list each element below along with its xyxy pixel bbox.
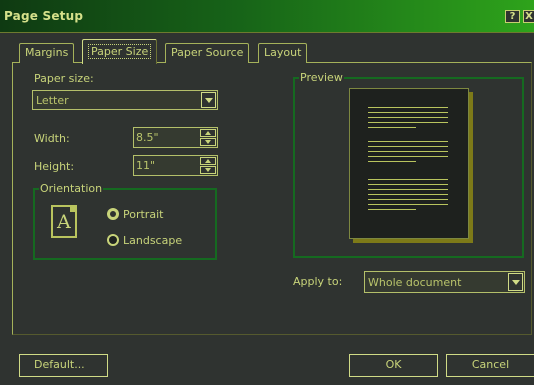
tab-margins[interactable]: Margins <box>19 43 75 63</box>
preview-text-line <box>368 151 448 152</box>
height-value: 11" <box>136 159 156 172</box>
cancel-button[interactable]: Cancel <box>446 354 534 377</box>
preview-text-line <box>368 199 448 200</box>
width-value: 8.5" <box>136 131 159 144</box>
ok-button[interactable]: OK <box>349 354 438 377</box>
preview-text-line <box>368 127 416 128</box>
preview-text-line <box>368 107 448 108</box>
close-icon: X <box>525 11 533 22</box>
landscape-label[interactable]: Landscape <box>123 234 182 247</box>
preview-text-line <box>368 179 448 180</box>
default-button[interactable]: Default... <box>19 354 108 377</box>
spin-up-icon[interactable] <box>200 129 216 137</box>
tab-label: Paper Size <box>88 44 152 59</box>
orientation-legend: Orientation <box>39 182 104 195</box>
tab-label: Paper Source <box>171 46 244 59</box>
apply-to-dropdown[interactable]: Whole document <box>364 271 525 293</box>
height-label: Height: <box>34 160 75 173</box>
apply-to-value: Whole document <box>368 276 462 289</box>
preview-text-line <box>368 141 448 142</box>
preview-text-line <box>368 122 448 123</box>
preview-text-line <box>368 146 448 147</box>
tab-paper-source[interactable]: Paper Source <box>165 43 250 63</box>
help-button[interactable]: ? <box>505 10 520 23</box>
preview-text-line <box>368 112 448 113</box>
tab-label: Layout <box>264 46 302 59</box>
portrait-label[interactable]: Portrait <box>123 208 163 221</box>
spin-down-icon[interactable] <box>200 138 216 146</box>
portrait-page-icon: A <box>51 205 77 238</box>
preview-text-line <box>368 204 448 205</box>
preview-text-line <box>368 189 448 190</box>
paper-size-value: Letter <box>36 94 69 107</box>
landscape-radio[interactable] <box>107 234 119 246</box>
spin-down-icon[interactable] <box>200 166 216 174</box>
width-spinner[interactable]: 8.5" <box>133 127 218 148</box>
preview-text-line <box>368 156 448 157</box>
portrait-letter: A <box>57 211 71 233</box>
preview-text-line <box>368 161 416 162</box>
title-bar: Page Setup ? X <box>0 0 534 33</box>
height-spinner[interactable]: 11" <box>133 155 218 176</box>
preview-text-line <box>368 209 416 210</box>
portrait-radio[interactable] <box>107 208 119 220</box>
paper-size-dropdown[interactable]: Letter <box>32 90 218 110</box>
tab-paper-size[interactable]: Paper Size <box>82 39 158 64</box>
tab-layout[interactable]: Layout <box>258 43 308 63</box>
page-preview <box>349 88 469 239</box>
preview-legend: Preview <box>299 71 344 84</box>
preview-text-line <box>368 117 448 118</box>
window-title: Page Setup <box>4 9 84 23</box>
chevron-down-icon[interactable] <box>508 273 523 291</box>
apply-to-label: Apply to: <box>293 275 343 288</box>
orientation-group: Orientation A Portrait Landscape <box>33 182 217 260</box>
chevron-down-icon[interactable] <box>201 92 216 108</box>
width-label: Width: <box>34 132 70 145</box>
tab-label: Margins <box>25 46 69 59</box>
preview-text-line <box>368 184 448 185</box>
preview-text-line <box>368 194 448 195</box>
paper-size-label: Paper size: <box>34 72 94 85</box>
spin-up-icon[interactable] <box>200 157 216 165</box>
close-button[interactable]: X <box>523 10 534 23</box>
